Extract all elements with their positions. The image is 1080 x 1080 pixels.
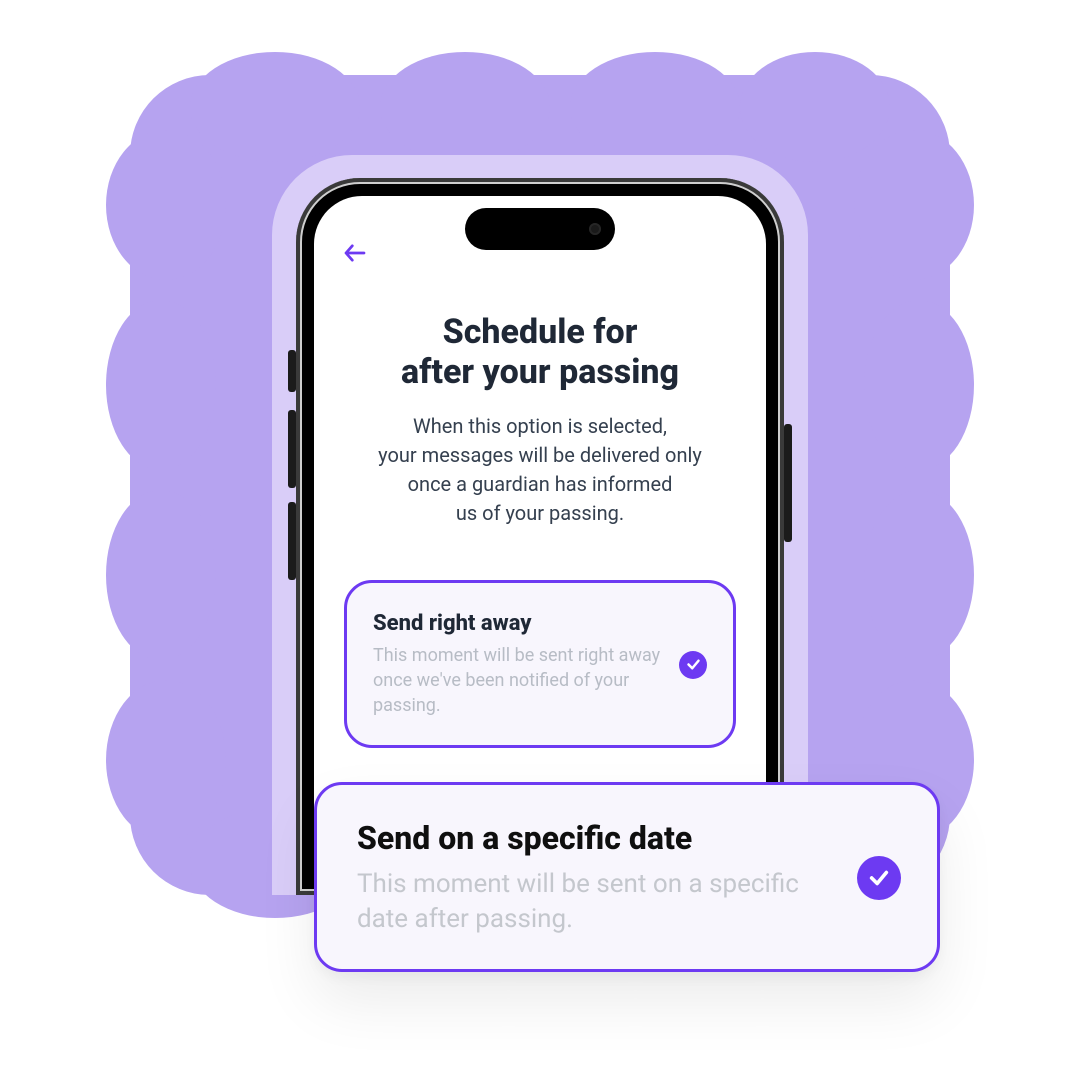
subtitle-line: us of your passing. xyxy=(344,499,736,528)
page-subtitle: When this option is selected, your messa… xyxy=(344,412,736,528)
phone-side-button xyxy=(784,424,792,542)
dynamic-island xyxy=(465,208,615,250)
check-icon xyxy=(679,651,707,679)
option-title: Send on a specific date xyxy=(357,819,835,857)
page-title: Schedule for after your passing xyxy=(344,312,736,392)
camera-dot xyxy=(589,223,601,235)
option-desc: This moment will be sent on a specific d… xyxy=(357,867,817,937)
option-send-right-away[interactable]: Send right away This moment will be sent… xyxy=(344,580,736,747)
check-icon xyxy=(857,856,901,900)
option-title: Send right away xyxy=(373,611,661,636)
phone-crop: Schedule for after your passing When thi… xyxy=(0,0,1080,895)
phone-side-button xyxy=(288,502,296,580)
back-arrow-icon[interactable] xyxy=(344,242,366,266)
subtitle-line: When this option is selected, xyxy=(344,412,736,441)
option-desc: This moment will be sent right away once… xyxy=(373,644,661,718)
option-send-specific-date[interactable]: Send on a specific date This moment will… xyxy=(314,782,940,972)
title-line-2: after your passing xyxy=(344,352,736,392)
title-line-1: Schedule for xyxy=(344,312,736,352)
phone-side-button xyxy=(288,410,296,488)
subtitle-line: once a guardian has informed xyxy=(344,470,736,499)
subtitle-line: your messages will be delivered only xyxy=(344,441,736,470)
phone-side-button xyxy=(288,350,296,392)
